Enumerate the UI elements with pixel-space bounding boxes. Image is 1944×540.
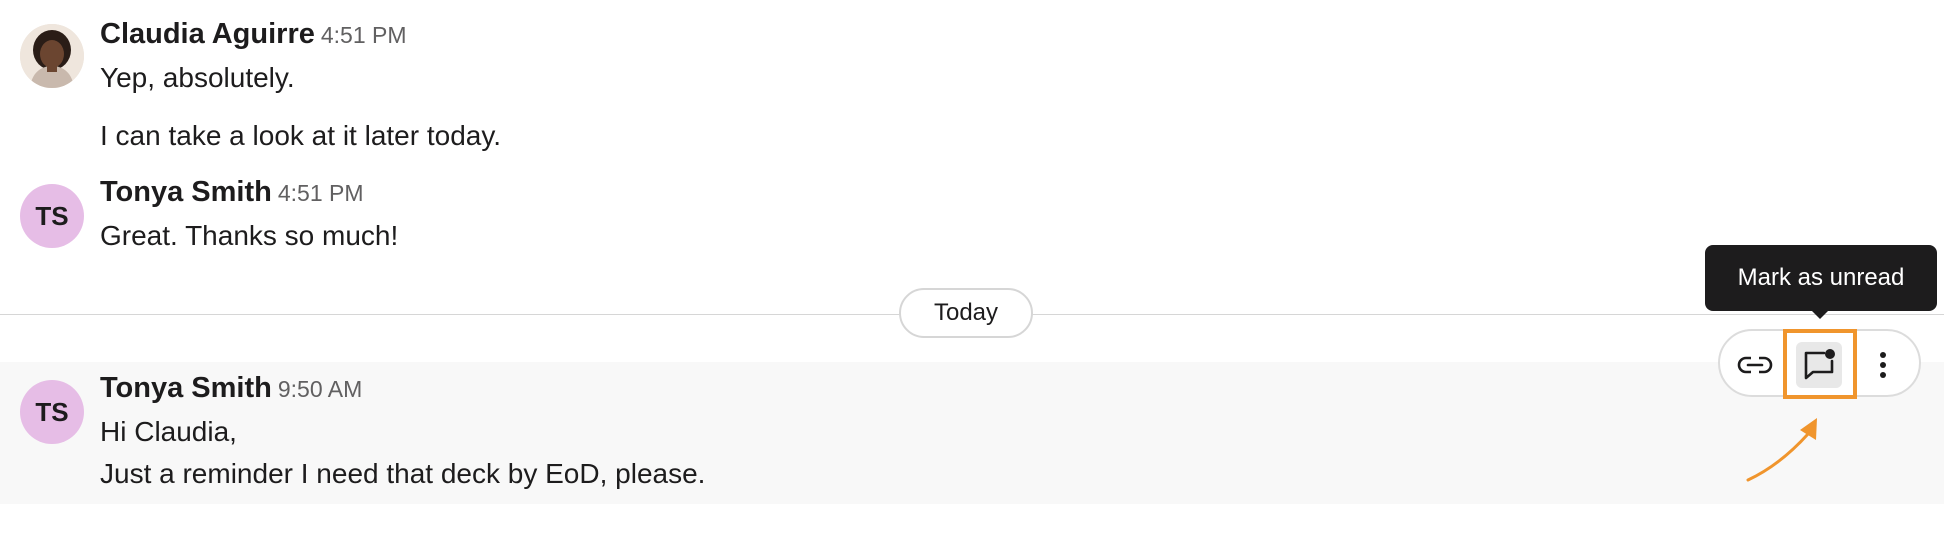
avatar[interactable]: TS [20,184,84,248]
copy-link-button[interactable] [1732,342,1778,388]
message-text: Yep, absolutely. [100,62,295,93]
link-icon [1737,356,1773,374]
person-photo-icon [20,24,84,88]
mark-as-unread-button[interactable] [1796,342,1842,388]
tooltip-arrow [1810,309,1830,319]
timestamp[interactable]: 4:51 PM [278,180,364,206]
message-text: I can take a look at it later today. [100,120,502,151]
author-name[interactable]: Claudia Aguirre [100,18,315,50]
message-header: Tonya Smith 4:51 PM [100,176,364,209]
author-name[interactable]: Tonya Smith [100,372,272,404]
message-text: Great. Thanks so much! [100,220,399,251]
message-header: Claudia Aguirre 4:51 PM [100,18,407,51]
annotation-arrow-icon [1746,418,1817,482]
author-name[interactable]: Tonya Smith [100,176,272,208]
mark-unread-icon [1804,349,1835,380]
timestamp[interactable]: 4:51 PM [321,22,407,48]
more-vertical-icon [1880,352,1886,378]
message-text: Hi Claudia, [100,416,237,447]
message-header: Tonya Smith 9:50 AM [100,372,362,405]
message-text: Just a reminder I need that deck by EoD,… [100,458,706,489]
message-actions-toolbar [1718,329,1921,397]
more-actions-button[interactable] [1860,342,1906,388]
timestamp[interactable]: 9:50 AM [278,376,362,402]
user-photo-avatar[interactable] [20,24,84,88]
date-divider-pill[interactable]: Today [899,288,1033,338]
tooltip: Mark as unread [1705,245,1937,311]
avatar[interactable]: TS [20,380,84,444]
